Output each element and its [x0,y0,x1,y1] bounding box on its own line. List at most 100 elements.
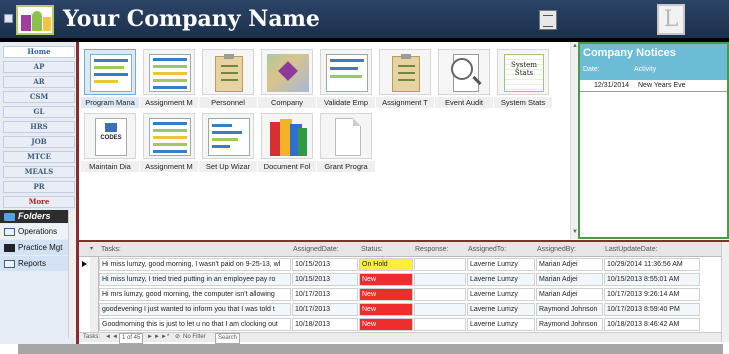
status-cell[interactable]: New [359,318,413,331]
response-cell[interactable] [414,288,466,301]
nav-item-more[interactable]: More [3,196,75,208]
last-update-cell[interactable]: 10/17/2013 8:59:40 PM [604,303,700,316]
assigned-date-cell[interactable]: 10/15/2013 [292,258,358,271]
task-cell[interactable]: goodevening I just wanted to inform you … [99,303,291,316]
tile-setup-wizard[interactable]: Set Up Wizar [199,110,257,173]
assignment-spreadsheet-icon [143,113,195,159]
program-manager-icon [84,49,136,95]
assigned-date-cell[interactable]: 10/15/2013 [292,273,358,286]
next-record-icon[interactable]: ► [147,333,153,342]
table-row[interactable]: goodevening I just wanted to inform you … [99,302,729,317]
nav-item-ar[interactable]: AR [3,76,75,88]
last-update-cell[interactable]: 10/15/2013 8:55:01 AM [604,273,700,286]
last-record-icon[interactable]: ► [154,333,160,342]
nav-item-csm[interactable]: CSM [3,91,75,103]
assigned-to-cell[interactable]: Laverne Lumzy [467,318,535,331]
record-selector-column[interactable] [90,257,99,339]
col-header-status[interactable]: Status: [361,246,383,253]
last-update-cell[interactable]: 10/17/2013 9:26:14 AM [604,288,700,301]
first-record-icon[interactable]: ◄ [105,333,111,342]
tasks-scrollbar[interactable] [721,242,729,342]
assigned-date-cell[interactable]: 10/17/2013 [292,288,358,301]
table-row[interactable]: Hi miss lumzy, good morning, I wasn't pa… [99,257,729,272]
tile-system-stats[interactable]: System Stats System Stats [494,46,552,109]
scroll-up-icon[interactable]: ▲ [572,43,578,49]
nav-item-job[interactable]: JOB [3,136,75,148]
assigned-to-cell[interactable]: Laverne Lumzy [467,273,535,286]
col-header-response[interactable]: Response: [415,246,448,253]
company-name: Your Company Name [63,6,320,32]
prev-record-icon[interactable]: ◄ [112,333,118,342]
assigned-by-cell[interactable]: Marian Adjei [536,273,603,286]
tile-personnel[interactable]: Personnel [199,46,257,109]
nav-item-hrs[interactable]: HRS [3,121,75,133]
nav-item-pr[interactable]: PR [3,181,75,193]
assigned-by-cell[interactable]: Marian Adjei [536,288,603,301]
tile-program-manager[interactable]: Program Mana [81,46,139,109]
response-cell[interactable] [414,273,466,286]
status-cell[interactable]: New [359,273,413,286]
task-cell[interactable]: Hi miss lumzy, I tried tried putting in … [99,273,291,286]
assigned-date-cell[interactable]: 10/18/2013 [292,318,358,331]
assigned-by-cell[interactable]: Marian Adjei [536,258,603,271]
notes-icon[interactable] [539,10,557,30]
col-header-assigned-to[interactable]: AssignedTo: [468,246,506,253]
task-cell[interactable]: Hi mrs lumzy, good morning, the computer… [99,288,291,301]
assigned-by-cell[interactable]: Raymond Johnson [536,318,603,331]
tile-company[interactable]: Company [258,46,316,109]
system-stats-icon: System Stats [497,49,549,95]
folder-item-operations[interactable]: Operations [0,224,70,239]
search-box[interactable]: Search [215,333,241,344]
nav-item-mtce[interactable]: MTCE [3,151,75,163]
response-cell[interactable] [414,303,466,316]
folder-item-reports[interactable]: Reports [0,256,70,271]
tile-grant-program[interactable]: Grant Progra [317,110,375,173]
assigned-to-cell[interactable]: Laverne Lumzy [467,288,535,301]
nav-item-gl[interactable]: GL [3,106,75,118]
tile-maintain-diagnosis[interactable]: CODES Maintain Dia [81,110,139,173]
last-update-cell[interactable]: 10/18/2013 8:46:42 AM [604,318,700,331]
col-header-assigned-by[interactable]: AssignedBy: [537,246,576,253]
profile-picture-icon[interactable]: L [657,4,685,35]
tile-validate-employee[interactable]: Validate Emp [317,46,375,109]
folders-scrollbar[interactable] [68,210,76,338]
table-row[interactable]: Hi miss lumzy, I tried tried putting in … [99,272,729,287]
tile-assignment-manager[interactable]: Assignment M [140,46,198,109]
task-cell[interactable]: Hi miss lumzy, good morning, I wasn't pa… [99,258,291,271]
notice-row[interactable]: 12/31/2014 New Years Eve [580,80,727,92]
app-header: Your Company Name L [0,0,729,42]
record-number-field[interactable]: 1 of 45 [119,333,144,344]
tiles-scrollbar[interactable]: ▲ ▼ [570,42,578,239]
select-all-icon[interactable]: ▾ [90,245,93,252]
assigned-to-cell[interactable]: Laverne Lumzy [467,303,535,316]
table-row[interactable]: Goodmorning this is just to let u no tha… [99,317,729,331]
assigned-to-cell[interactable]: Laverne Lumzy [467,258,535,271]
last-update-cell[interactable]: 10/29/2014 11:36:56 AM [604,258,700,271]
response-cell[interactable] [414,258,466,271]
status-cell[interactable]: New [359,303,413,316]
new-record-icon[interactable]: ►* [161,333,169,342]
filter-status[interactable]: No Filter [183,333,206,342]
col-header-assigned-date[interactable]: AssignedDate: [293,246,339,253]
window-menu-icon[interactable] [4,14,13,23]
response-cell[interactable] [414,318,466,331]
assigned-date-cell[interactable]: 10/17/2013 [292,303,358,316]
scroll-down-icon[interactable]: ▼ [572,229,578,235]
tile-assignment-manager-2[interactable]: Assignment M [140,110,198,173]
nav-item-ap[interactable]: AP [3,61,75,73]
folder-item-practice-mgt[interactable]: Practice Mgt [0,240,70,255]
tile-assignment-type[interactable]: Assignment T [376,46,434,109]
nav-item-meals[interactable]: MEALS [3,166,75,178]
task-cell[interactable]: Goodmorning this is just to let u no tha… [99,318,291,331]
table-row[interactable]: Hi mrs lumzy, good morning, the computer… [99,287,729,302]
no-filter-icon: ⊘ [175,334,181,340]
nav-item-home[interactable]: Home [3,46,75,58]
col-header-task[interactable]: Tasks: [101,246,121,253]
status-cell[interactable]: On Hold [359,258,413,271]
col-header-last-update[interactable]: LastUpdateDate: [605,246,658,253]
tile-document-folder[interactable]: Document Fol [258,110,316,173]
status-cell[interactable]: New [359,288,413,301]
assigned-by-cell[interactable]: Raymond Johnson [536,303,603,316]
tile-event-audit[interactable]: Event Audit [435,46,493,109]
clipboard-icon [379,49,431,95]
